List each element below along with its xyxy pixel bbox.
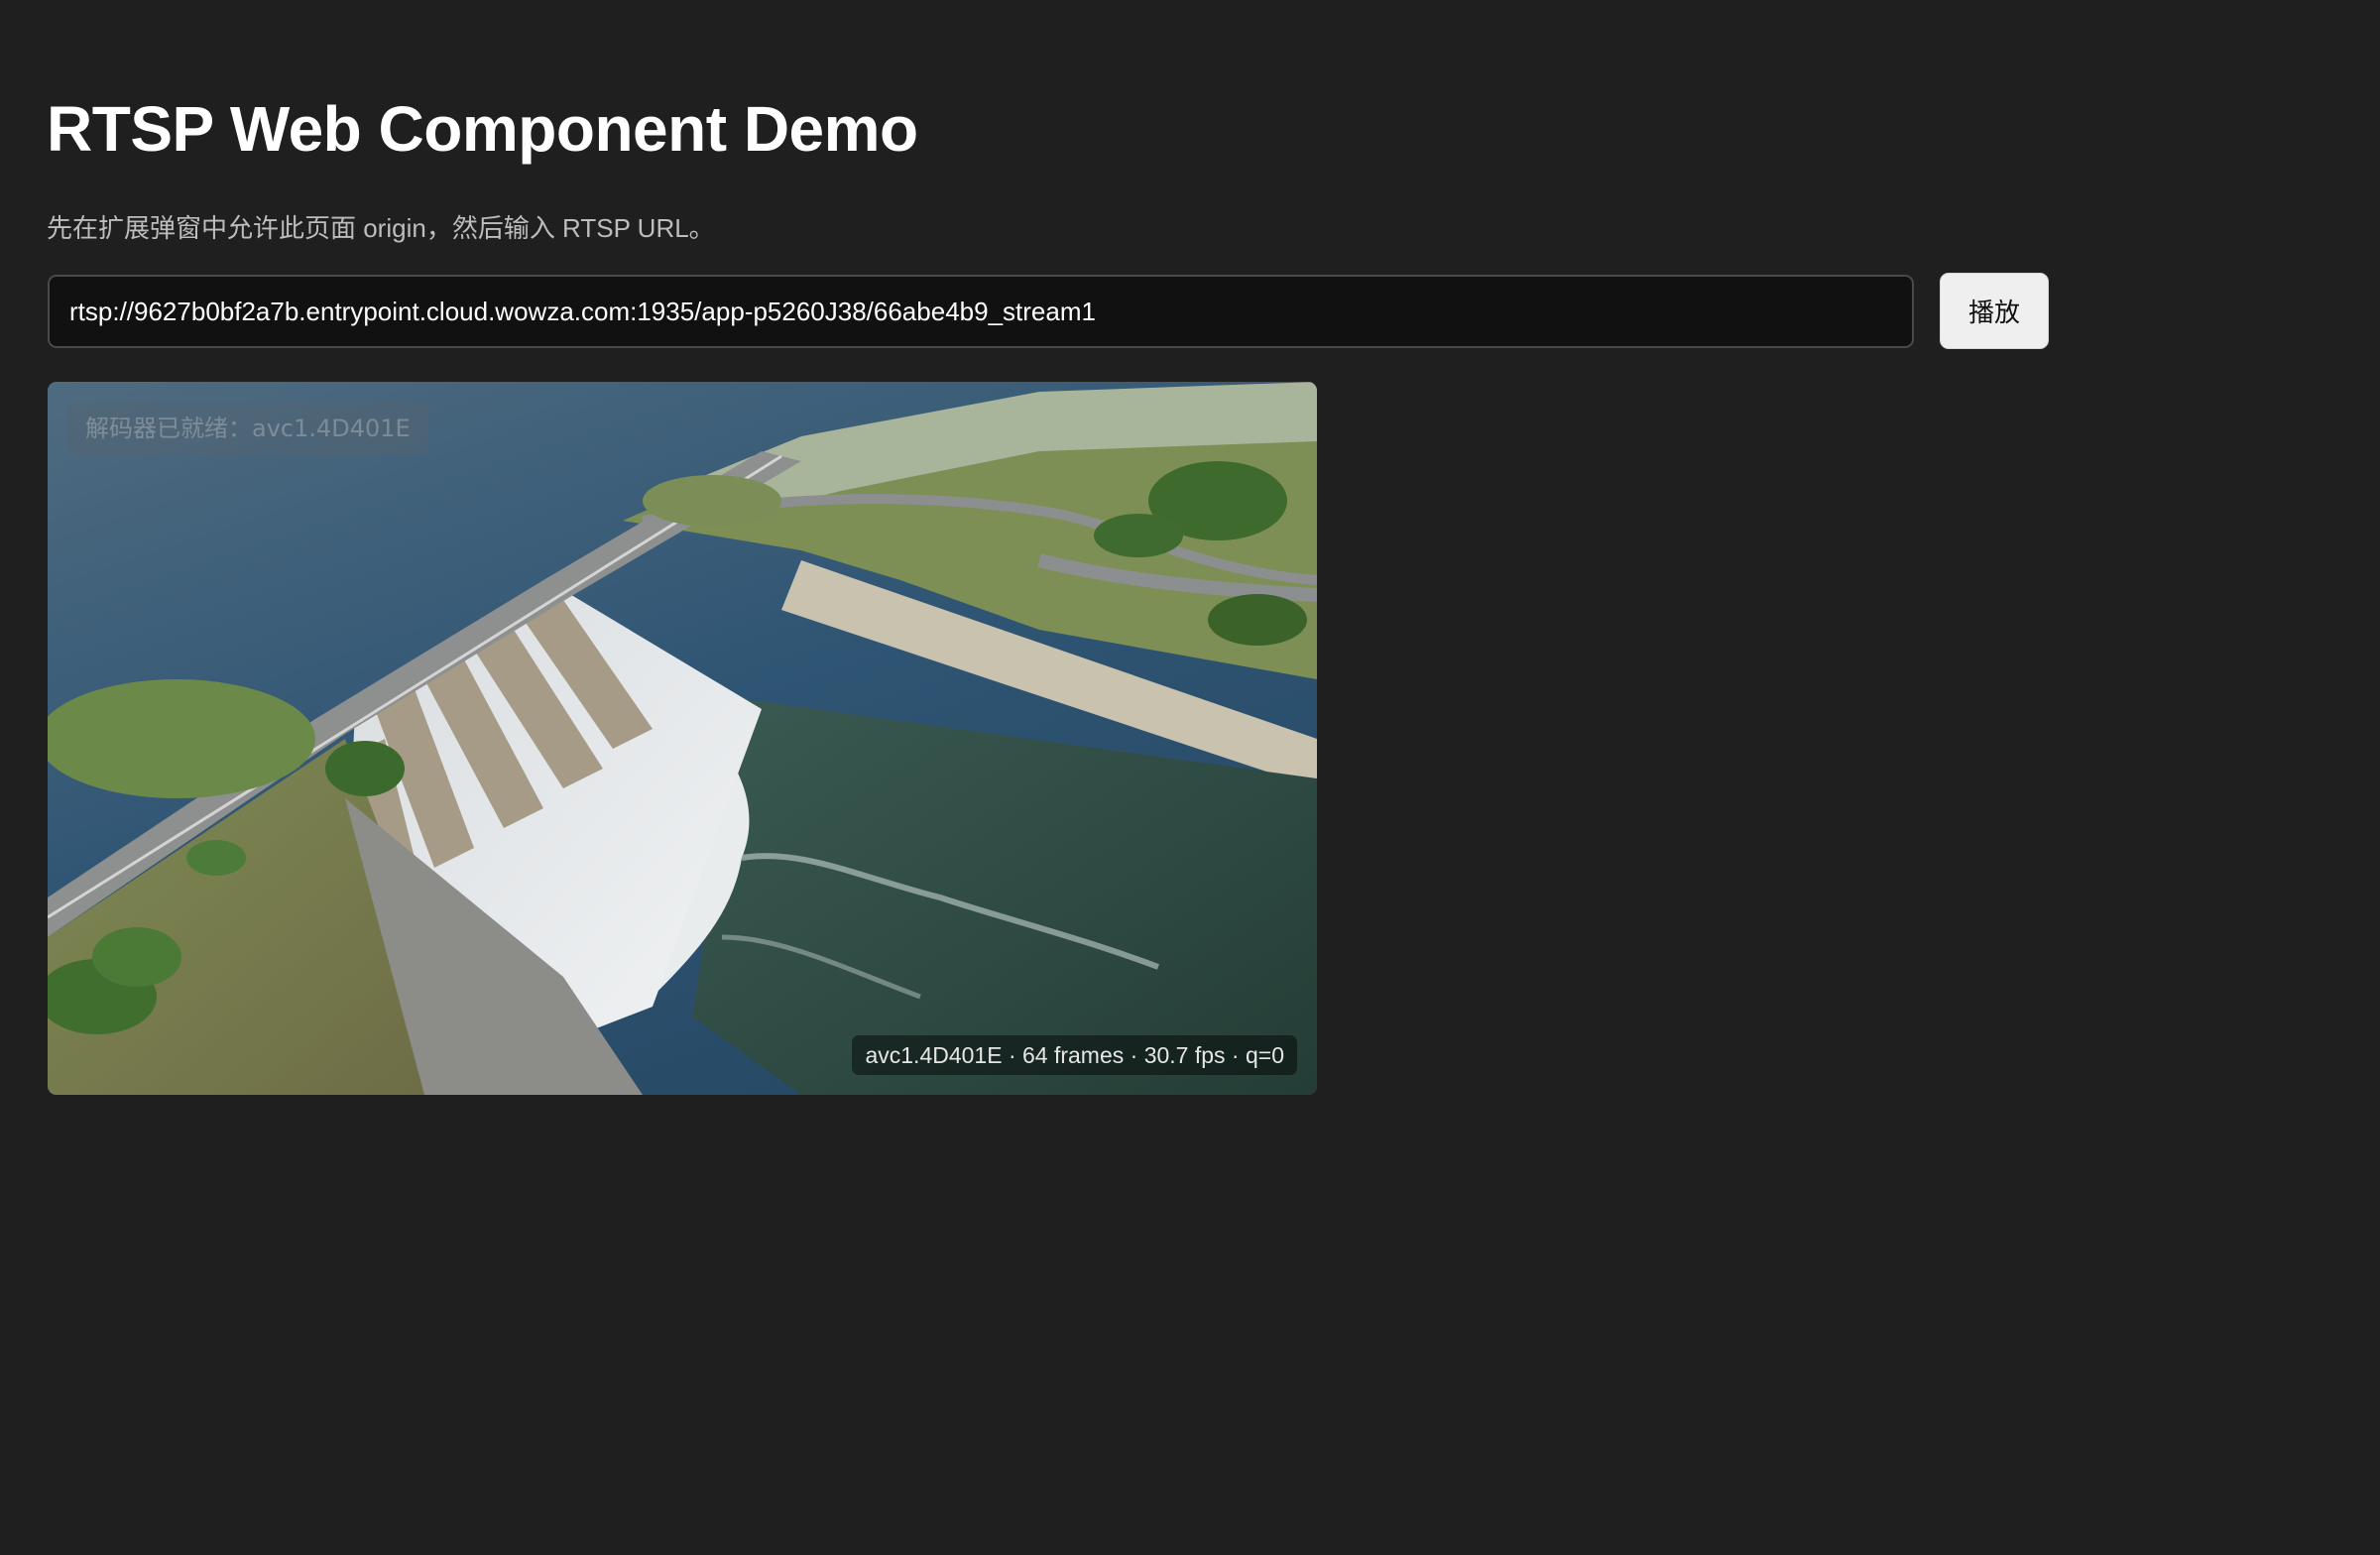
rtsp-url-input[interactable]: [48, 275, 1914, 348]
stream-stats-overlay: avc1.4D401E · 64 frames · 30.7 fps · q=0: [852, 1035, 1297, 1075]
video-player[interactable]: 解码器已就绪：avc1.4D401E avc1.4D401E · 64 fram…: [48, 382, 1317, 1095]
play-button[interactable]: 播放: [1940, 273, 2049, 349]
video-frame-image: [48, 382, 1317, 1095]
decoder-status-badge: 解码器已就绪：avc1.4D401E: [67, 402, 428, 455]
page-title: RTSP Web Component Demo: [47, 93, 918, 165]
instruction-text: 先在扩展弹窗中允许此页面 origin，然后输入 RTSP URL。: [47, 213, 715, 243]
demo-page: RTSP Web Component Demo 先在扩展弹窗中允许此页面 ori…: [0, 0, 2380, 1555]
